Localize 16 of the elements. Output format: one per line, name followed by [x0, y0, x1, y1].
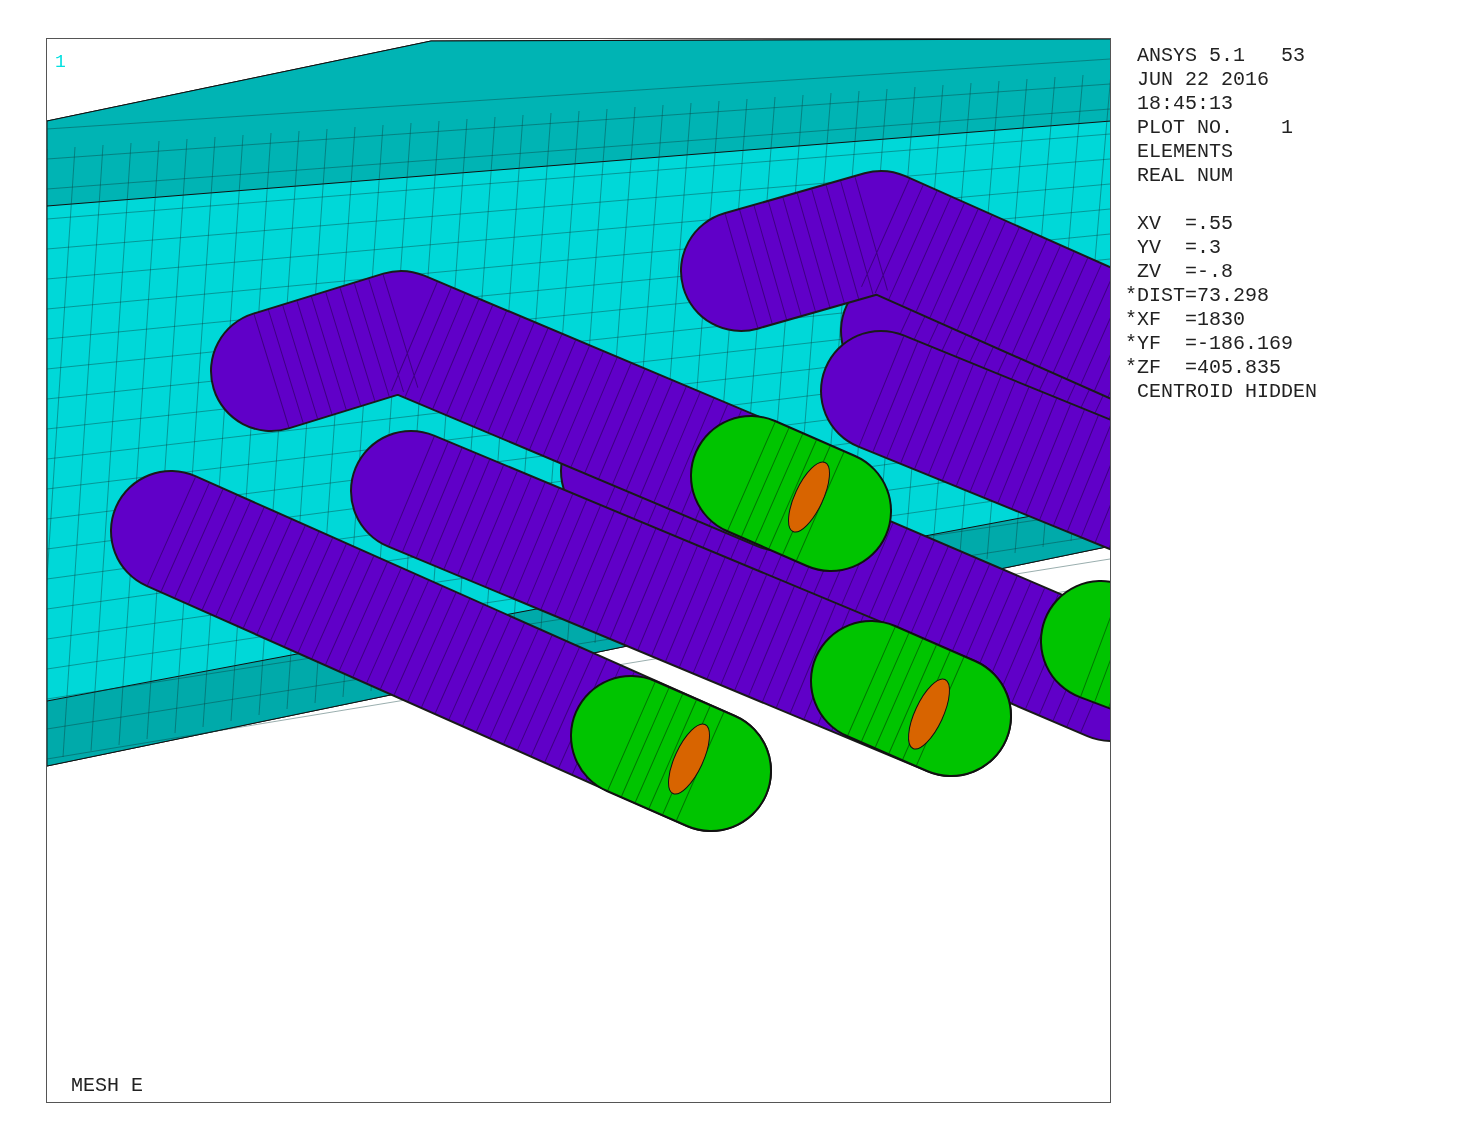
legend-line: *YF =-186.169 [1125, 332, 1295, 356]
legend-line: ELEMENTS [1136, 140, 1235, 164]
legend-line: PLOT NO. 1 [1136, 116, 1295, 140]
legend-line: *XF =1830 [1125, 308, 1247, 332]
legend-line: 18:45:13 [1136, 92, 1235, 116]
plot-mode-label: MESH E [71, 1076, 143, 1096]
legend-line: CENTROID HIDDEN [1136, 380, 1318, 404]
legend-line: *DIST=73.298 [1125, 284, 1271, 308]
legend-line: ANSYS 5.1 53 [1136, 44, 1307, 68]
window-number: 1 [55, 53, 66, 71]
legend-line: YV =.3 [1136, 236, 1222, 260]
legend-line: XV =.55 [1136, 212, 1235, 236]
legend-line: REAL NUM [1136, 164, 1235, 188]
legend-line: *ZF =405.835 [1125, 356, 1283, 380]
legend-line: ZV =-.8 [1136, 260, 1235, 284]
legend-line: JUN 22 2016 [1136, 68, 1271, 92]
